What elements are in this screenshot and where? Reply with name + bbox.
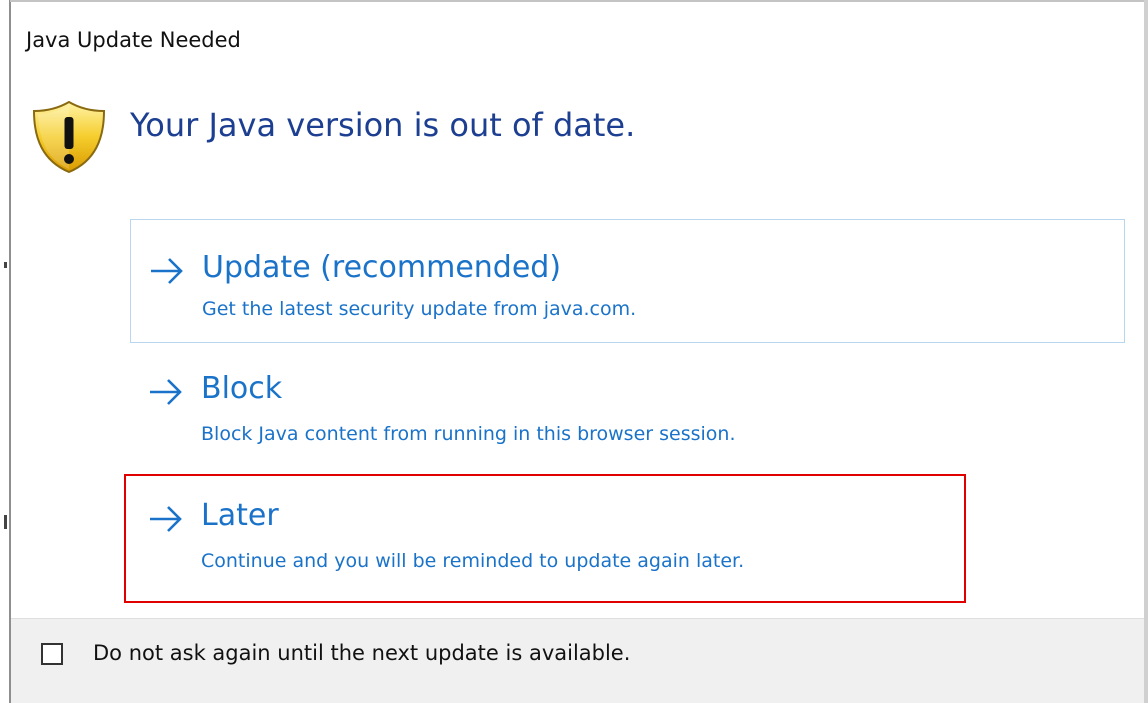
edge-mark [4,515,7,529]
warning-shield-icon [32,100,106,174]
update-option[interactable]: Update (recommended) Get the latest secu… [130,219,1125,343]
window-right-edge [1144,0,1148,703]
window-top-edge [10,0,1148,2]
arrow-right-icon [150,379,182,405]
block-option-description: Block Java content from running in this … [201,423,736,445]
later-option[interactable]: Later Continue and you will be reminded … [124,474,966,603]
dialog-heading: Your Java version is out of date. [130,106,636,144]
arrow-right-icon [151,258,183,284]
later-option-title: Later [201,498,279,533]
java-update-dialog: Java Update Needed Your Java version is … [0,0,1148,703]
arrow-right-icon [150,506,182,532]
dialog-title: Java Update Needed [26,28,241,52]
dialog-footer: Do not ask again until the next update i… [11,618,1144,703]
update-option-title: Update (recommended) [202,250,562,285]
later-option-description: Continue and you will be reminded to upd… [201,550,745,572]
do-not-ask-checkbox[interactable] [41,643,63,665]
update-option-description: Get the latest security update from java… [202,298,637,320]
do-not-ask-label[interactable]: Do not ask again until the next update i… [93,641,630,665]
block-option-title: Block [201,371,283,406]
edge-mark [4,262,7,268]
window-left-edge [0,0,11,703]
block-option[interactable]: Block Block Java content from running in… [130,345,1125,469]
